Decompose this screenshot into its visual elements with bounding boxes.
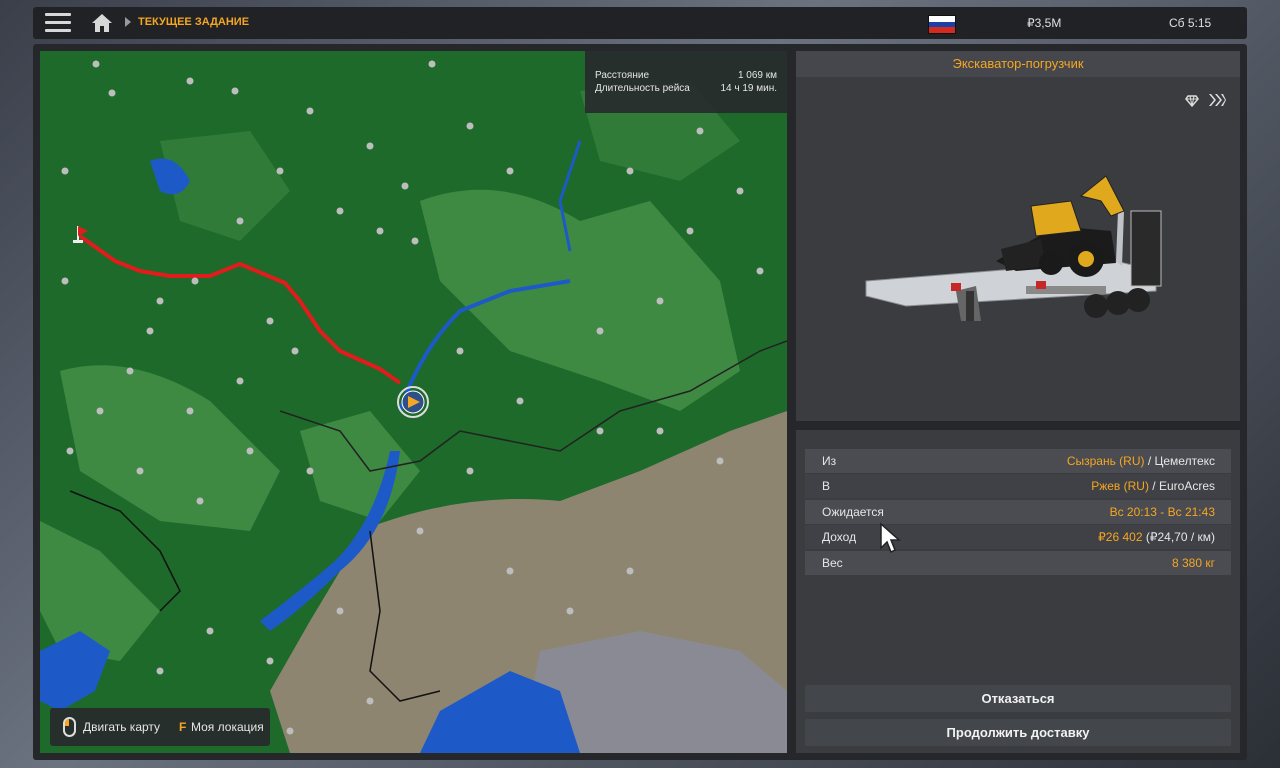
detail-label: Ожидается <box>822 505 884 519</box>
cargo-trailer-image <box>865 175 1162 321</box>
duration-value: 14 ч 19 мин. <box>720 83 777 94</box>
map-canvas <box>40 51 787 753</box>
mouse-cursor-icon <box>880 522 901 554</box>
detail-value: Вс 20:13 - Вс 21:43 <box>1110 505 1215 519</box>
cargo-title: Экскаватор-погрузчик <box>796 51 1240 77</box>
trip-info-panel: Расстояние 1 069 км Длительность рейса 1… <box>585 51 787 113</box>
menu-icon[interactable] <box>45 13 71 33</box>
move-map-label: Двигать карту <box>83 720 161 734</box>
detail-label: Доход <box>822 530 857 544</box>
route-map[interactable]: Расстояние 1 069 км Длительность рейса 1… <box>40 51 787 753</box>
detail-row-from: Из Сызрань (RU) / Цемелтекс <box>805 449 1231 473</box>
job-details-panel: Из Сызрань (RU) / Цемелтекс В Ржев (RU) … <box>796 430 1240 753</box>
game-clock: Сб 5:15 <box>1169 16 1212 30</box>
mouse-icon <box>63 717 76 737</box>
weight-value: 8 380 кг <box>1172 556 1215 570</box>
breadcrumb-arrow-icon <box>125 17 131 27</box>
detail-label: В <box>822 479 831 493</box>
my-location-label[interactable]: Моя локация <box>191 720 264 734</box>
money-display: ₽3,5M <box>1027 16 1062 30</box>
detail-row-income: Доход ₽26 402 (₽24,70 / км) <box>805 525 1231 549</box>
detail-label: Вес <box>822 556 843 570</box>
detail-row-weight: Вес 8 380 кг <box>805 551 1231 575</box>
detail-value: Ржев (RU) / EuroAcres <box>1091 479 1215 493</box>
to-company: / EuroAcres <box>1148 479 1215 493</box>
income-value: ₽26 402 <box>1098 530 1143 544</box>
cargo-panel: Экскаватор-погрузчик <box>796 51 1240 421</box>
breadcrumb: ТЕКУЩЕЕ ЗАДАНИЕ <box>138 16 250 28</box>
flag-icon <box>928 15 956 34</box>
delivery-window: Вс 20:13 - Вс 21:43 <box>1109 505 1215 519</box>
distance-value: 1 069 км <box>737 70 777 81</box>
diamond-icon <box>1185 95 1199 108</box>
map-controls-hint: Двигать карту F Моя локация <box>50 708 270 746</box>
cancel-job-button[interactable]: Отказаться <box>805 685 1231 712</box>
to-city: Ржев (RU) <box>1091 479 1149 493</box>
detail-value: 8 380 кг <box>1172 556 1215 570</box>
detail-row-expected: Ожидается Вс 20:13 - Вс 21:43 <box>805 500 1231 524</box>
home-icon[interactable] <box>91 13 113 33</box>
distance-label: Расстояние <box>595 70 650 81</box>
top-bar: ТЕКУЩЕЕ ЗАДАНИЕ ₽3,5M Сб 5:15 <box>33 7 1247 39</box>
detail-label: Из <box>822 454 837 468</box>
from-company: / Цемелтекс <box>1144 454 1215 468</box>
fast-forward-icon[interactable] <box>1208 92 1226 108</box>
location-key: F <box>179 720 187 734</box>
detail-row-to: В Ржев (RU) / EuroAcres <box>805 474 1231 498</box>
from-city: Сызрань (RU) <box>1066 454 1145 468</box>
income-per-km: (₽24,70 / км) <box>1142 530 1215 544</box>
detail-value: Сызрань (RU) / Цемелтекс <box>1067 454 1215 468</box>
detail-value: ₽26 402 (₽24,70 / км) <box>1098 530 1215 544</box>
duration-label: Длительность рейса <box>595 83 690 94</box>
player-position-icon <box>397 386 429 418</box>
continue-delivery-button[interactable]: Продолжить доставку <box>805 719 1231 746</box>
